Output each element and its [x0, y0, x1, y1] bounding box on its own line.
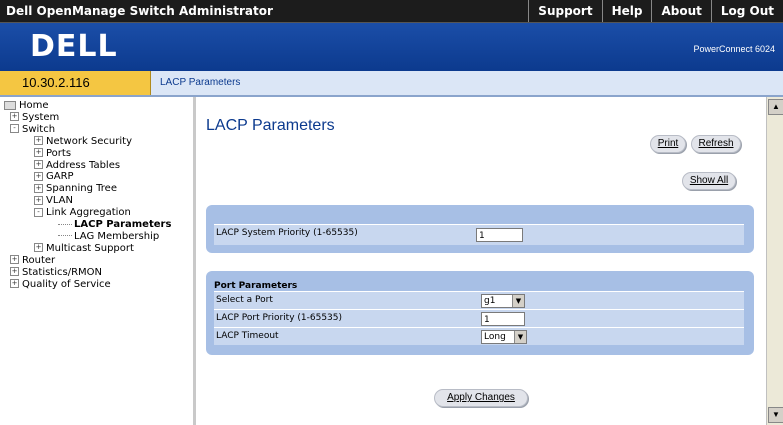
tree-item-label: LAG Membership	[74, 230, 160, 242]
tree-item[interactable]: + Router	[10, 255, 55, 266]
support-link[interactable]: Support	[528, 0, 601, 22]
chevron-down-icon: ▼	[514, 331, 526, 343]
tree-item[interactable]: + Quality of Service	[10, 279, 111, 290]
port-select-value: g1	[484, 296, 496, 306]
collapse-icon[interactable]: -	[34, 207, 43, 217]
tree-item[interactable]: + Ports	[34, 148, 71, 159]
refresh-button[interactable]: Refresh	[691, 135, 741, 153]
show-all-button[interactable]: Show All	[682, 172, 736, 190]
tree-item-label: Link Aggregation	[46, 207, 131, 219]
tree-item-label: Home	[19, 100, 49, 111]
tree-connector	[58, 235, 72, 237]
about-link[interactable]: About	[651, 0, 710, 22]
tree-item[interactable]: - Link Aggregation	[34, 207, 131, 218]
timeout-label: LACP Timeout	[216, 331, 279, 341]
port-select[interactable]: g1 ▼	[481, 294, 525, 308]
expand-icon[interactable]: +	[34, 243, 43, 253]
tree-item-label: Ports	[46, 147, 72, 159]
help-link[interactable]: Help	[601, 0, 652, 22]
tree-item[interactable]: + System	[10, 112, 59, 123]
app-title: Dell OpenManage Switch Administrator	[6, 4, 273, 18]
logout-link[interactable]: Log Out	[710, 0, 783, 22]
system-priority-label: LACP System Priority (1-65535)	[216, 228, 358, 238]
tree-item[interactable]: + VLAN	[34, 195, 73, 206]
tree-item-label: Router	[22, 254, 56, 266]
port-priority-input[interactable]: 1	[481, 312, 525, 326]
scroll-up-icon[interactable]: ▲	[768, 99, 783, 115]
apply-changes-button[interactable]: Apply Changes	[434, 389, 528, 407]
port-parameters-panel: Port Parameters Select a Port g1 ▼ LACP …	[206, 271, 754, 355]
system-priority-panel: LACP System Priority (1-65535) 1	[206, 205, 754, 253]
breadcrumb: LACP Parameters	[160, 77, 241, 88]
ip-address: 10.30.2.116	[22, 75, 90, 90]
port-parameters-header: Port Parameters	[214, 281, 298, 291]
ip-box: 10.30.2.116	[0, 71, 151, 95]
scrollbar[interactable]: ▲ ▼	[766, 97, 783, 425]
tree-item[interactable]: + Multicast Support	[34, 243, 134, 254]
tree-item-label: Quality of Service	[22, 278, 111, 290]
tree-item-label: Address Tables	[46, 159, 121, 171]
tree-item[interactable]: + Network Security	[34, 136, 132, 147]
expand-icon[interactable]: +	[10, 255, 19, 265]
tree-item-label: Network Security	[46, 135, 132, 147]
expand-icon[interactable]: +	[10, 279, 19, 288]
expand-icon[interactable]: +	[10, 267, 19, 277]
tree-item[interactable]: + Statistics/RMON	[10, 267, 102, 278]
tree-item[interactable]: LAG Membership	[58, 231, 159, 242]
tree-item[interactable]: + Spanning Tree	[34, 183, 117, 194]
chevron-down-icon: ▼	[512, 295, 524, 307]
tree-item-label: Spanning Tree	[46, 183, 117, 195]
tree-item-label: Multicast Support	[46, 242, 134, 254]
model-name: PowerConnect 6024	[693, 44, 775, 54]
tree-item[interactable]: LACP Parameters	[58, 219, 171, 230]
expand-icon[interactable]: +	[34, 148, 43, 158]
port-priority-row: LACP Port Priority (1-65535) 1	[214, 309, 744, 327]
tree-item[interactable]: + GARP	[34, 171, 74, 182]
banner: DELL PowerConnect 6024	[0, 23, 783, 71]
page-title: LACP Parameters	[206, 117, 335, 134]
expand-icon[interactable]: +	[34, 136, 43, 146]
top-links: Support Help About Log Out	[528, 0, 783, 22]
tree-item-label: Statistics/RMON	[22, 266, 103, 278]
system-priority-row: LACP System Priority (1-65535) 1	[214, 224, 744, 245]
tree-item[interactable]: + Address Tables	[34, 160, 120, 171]
tree-item[interactable]: - Switch	[10, 124, 55, 135]
expand-icon[interactable]: +	[34, 171, 43, 181]
top-bar: Dell OpenManage Switch Administrator Sup…	[0, 0, 783, 23]
expand-icon[interactable]: +	[34, 183, 43, 193]
expand-icon[interactable]: +	[10, 112, 19, 122]
timeout-select[interactable]: Long ▼	[481, 330, 527, 344]
port-priority-label: LACP Port Priority (1-65535)	[216, 313, 343, 323]
home-icon	[4, 100, 16, 110]
nav-tree: Home + System - Switch + Network Security + Port…	[0, 97, 196, 425]
tree-connector	[58, 223, 72, 225]
timeout-select-value: Long	[484, 332, 506, 342]
tree-item-label: VLAN	[46, 195, 73, 207]
ip-bar: 10.30.2.116 LACP Parameters	[0, 71, 783, 97]
tree-item-label: System	[22, 111, 60, 123]
tree-item-label: Switch	[22, 123, 56, 135]
dell-logo: DELL	[30, 29, 118, 64]
expand-icon[interactable]: +	[34, 160, 43, 169]
print-button[interactable]: Print	[650, 135, 686, 153]
tree-item-label: GARP	[46, 171, 74, 183]
select-port-row: Select a Port g1 ▼	[214, 291, 744, 309]
tree-item-label: LACP Parameters	[74, 219, 172, 230]
tree-item[interactable]: Home	[4, 100, 49, 111]
timeout-row: LACP Timeout Long ▼	[214, 327, 744, 345]
collapse-icon[interactable]: -	[10, 124, 19, 134]
select-port-label: Select a Port	[216, 295, 273, 305]
main-content: LACP Parameters Print Refresh Show All L…	[196, 97, 765, 425]
system-priority-input[interactable]: 1	[476, 228, 523, 242]
expand-icon[interactable]: +	[34, 195, 43, 205]
scroll-down-icon[interactable]: ▼	[768, 407, 783, 423]
